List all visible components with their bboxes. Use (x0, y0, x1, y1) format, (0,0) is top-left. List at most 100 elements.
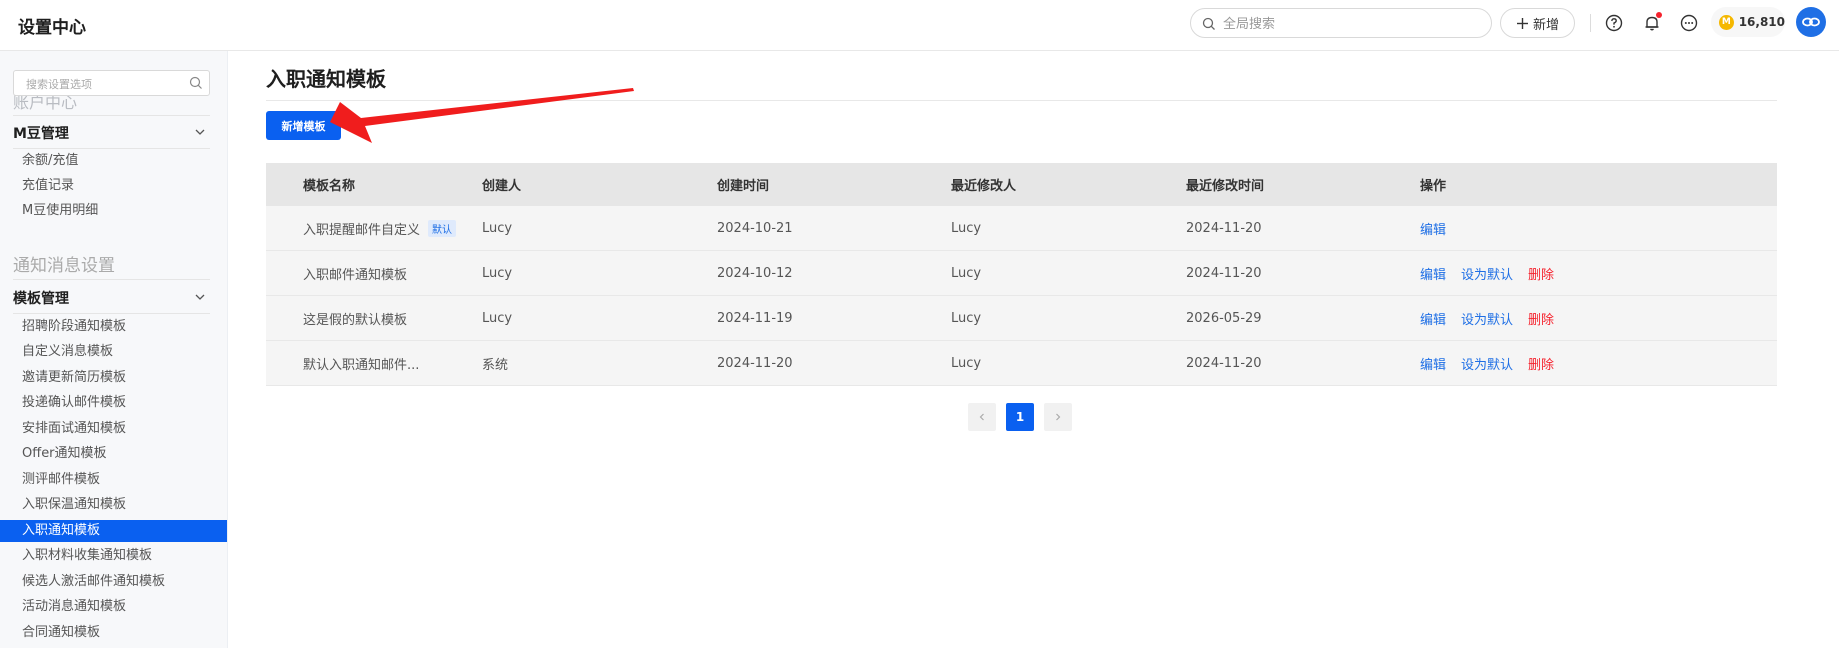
sidebar-divider (13, 313, 210, 314)
modified-time-cell: 2024-11-20 (1186, 355, 1262, 371)
sidebar-item-recharge-record[interactable]: 充值记录 (0, 175, 227, 197)
table-row: 入职提醒邮件自定义 默认 Lucy 2024-10-21 Lucy 2024-1… (266, 206, 1777, 251)
operations-cell: 编辑 设为默认 删除 (1420, 251, 1554, 295)
sidebar-search-input[interactable] (26, 75, 186, 93)
template-name-cell: 入职邮件通知模板 (303, 251, 407, 295)
sidebar-item-template[interactable]: 招聘阶段通知模板 (0, 316, 227, 338)
global-search-input[interactable] (1223, 14, 1473, 34)
app-title: 设置中心 (18, 18, 86, 38)
set-default-link[interactable]: 设为默认 (1461, 264, 1513, 283)
creator-cell: Lucy (482, 220, 513, 236)
chevron-right-icon (1056, 413, 1061, 421)
delete-link[interactable]: 删除 (1528, 309, 1554, 328)
template-name: 默认入职通知邮件... (303, 357, 420, 373)
sidebar-group-mdou[interactable]: M豆管理 (13, 123, 210, 145)
template-name-cell: 默认入职通知邮件... (303, 341, 419, 385)
sidebar-item-mdou-detail[interactable]: M豆使用明细 (0, 200, 227, 222)
next-page-button[interactable] (1044, 403, 1072, 431)
set-default-link[interactable]: 设为默认 (1461, 354, 1513, 373)
default-badge: 默认 (428, 219, 457, 237)
coin-icon: M (1719, 14, 1734, 30)
header-divider (1590, 14, 1591, 32)
set-default-link[interactable]: 设为默认 (1461, 309, 1513, 328)
edit-link[interactable]: 编辑 (1420, 354, 1446, 373)
template-name-cell: 这是假的默认模板 (303, 296, 407, 340)
table-row: 这是假的默认模板 Lucy 2024-11-19 Lucy 2026-05-29… (266, 296, 1777, 341)
avatar[interactable] (1796, 7, 1826, 37)
sidebar-item-template[interactable]: 入职材料收集通知模板 (0, 545, 227, 567)
annotation-arrow (330, 88, 634, 143)
table-row: 入职邮件通知模板 Lucy 2024-10-12 Lucy 2024-11-20… (266, 251, 1777, 296)
sidebar-divider (13, 279, 210, 280)
creator-cell: Lucy (482, 310, 513, 326)
sidebar-search[interactable] (13, 70, 210, 96)
prev-page-button[interactable] (968, 403, 996, 431)
column-header: 操作 (1420, 179, 1447, 194)
created-time-cell: 2024-11-19 (717, 310, 793, 326)
plus-icon (1516, 17, 1528, 29)
coin-balance[interactable]: M 16,810 (1711, 7, 1785, 37)
delete-link[interactable]: 删除 (1528, 264, 1554, 283)
top-bar: 设置中心 新增 M 16,810 (0, 0, 1839, 51)
modifier-cell: Lucy (951, 310, 982, 326)
sidebar-group-label: M豆管理 (13, 126, 69, 142)
operations-cell: 编辑 (1420, 206, 1446, 250)
sidebar-item-template[interactable]: 安排面试通知模板 (0, 418, 227, 440)
edit-link[interactable]: 编辑 (1420, 264, 1446, 283)
operations-cell: 编辑 设为默认 删除 (1420, 341, 1554, 385)
table-row: 默认入职通知邮件... 系统 2024-11-20 Lucy 2024-11-2… (266, 341, 1777, 386)
sidebar-group-label: 模板管理 (13, 291, 69, 307)
modified-time-cell: 2024-11-20 (1186, 220, 1262, 236)
created-time-cell: 2024-10-21 (717, 220, 793, 236)
modifier-cell: Lucy (951, 355, 982, 371)
sidebar-item-template[interactable]: 活动消息通知模板 (0, 596, 227, 618)
modified-time-cell: 2024-11-20 (1186, 265, 1262, 281)
help-icon[interactable] (1603, 12, 1625, 34)
search-icon (1202, 17, 1215, 30)
sidebar-section-notify: 通知消息设置 (13, 256, 115, 276)
sidebar-item-template[interactable]: 邀请更新简历模板 (0, 367, 227, 389)
sidebar-item-template[interactable]: Offer通知模板 (0, 443, 227, 465)
edit-link[interactable]: 编辑 (1420, 309, 1446, 328)
modifier-cell: Lucy (951, 220, 982, 236)
notification-dot (1656, 12, 1662, 18)
sidebar-item-template[interactable]: 合同通知模板 (0, 622, 227, 644)
global-search[interactable] (1190, 8, 1492, 38)
logo-icon (1802, 17, 1820, 27)
sidebar-item-template[interactable]: 测评邮件模板 (0, 469, 227, 491)
template-name: 这是假的默认模板 (303, 312, 408, 328)
sidebar-item-template-active[interactable]: 入职通知模板 (0, 520, 227, 542)
bell-icon[interactable] (1641, 12, 1663, 34)
edit-link[interactable]: 编辑 (1420, 219, 1446, 238)
coin-balance-value: 16,810 (1738, 15, 1785, 29)
sidebar-item-template[interactable]: 候选人激活邮件通知模板 (0, 571, 227, 593)
column-header: 创建时间 (717, 179, 770, 194)
column-header: 模板名称 (303, 179, 356, 194)
modifier-cell: Lucy (951, 265, 982, 281)
chevron-down-icon (195, 129, 205, 135)
page-number-button[interactable]: 1 (1006, 403, 1034, 431)
sidebar-divider (13, 148, 210, 149)
sidebar: 账户中心 M豆管理 余额/充值 充值记录 M豆使用明细 通知消息设置 模板管理 … (0, 51, 228, 648)
column-header: 最近修改人 (951, 179, 1017, 194)
sidebar-item-template[interactable]: 自定义消息模板 (0, 341, 227, 363)
sidebar-item-template[interactable]: 入职保温通知模板 (0, 494, 227, 516)
new-button-label: 新增 (1532, 17, 1559, 33)
pagination: 1 (968, 403, 1072, 431)
delete-link[interactable]: 删除 (1528, 354, 1554, 373)
chevron-left-icon (979, 413, 984, 421)
sidebar-group-template[interactable]: 模板管理 (13, 288, 210, 310)
template-name: 入职邮件通知模板 (303, 267, 408, 283)
more-icon[interactable] (1678, 12, 1700, 34)
created-time-cell: 2024-10-12 (717, 265, 793, 281)
creator-cell: Lucy (482, 265, 513, 281)
sidebar-item-template[interactable]: 投递确认邮件模板 (0, 392, 227, 414)
modified-time-cell: 2026-05-29 (1186, 310, 1262, 326)
sidebar-divider (13, 115, 210, 116)
column-header: 创建人 (482, 179, 522, 194)
new-button[interactable]: 新增 (1500, 8, 1575, 38)
sidebar-item-balance[interactable]: 余额/充值 (0, 150, 227, 172)
template-name: 入职提醒邮件自定义 (303, 222, 421, 238)
creator-cell: 系统 (482, 357, 509, 373)
search-icon (189, 76, 202, 89)
